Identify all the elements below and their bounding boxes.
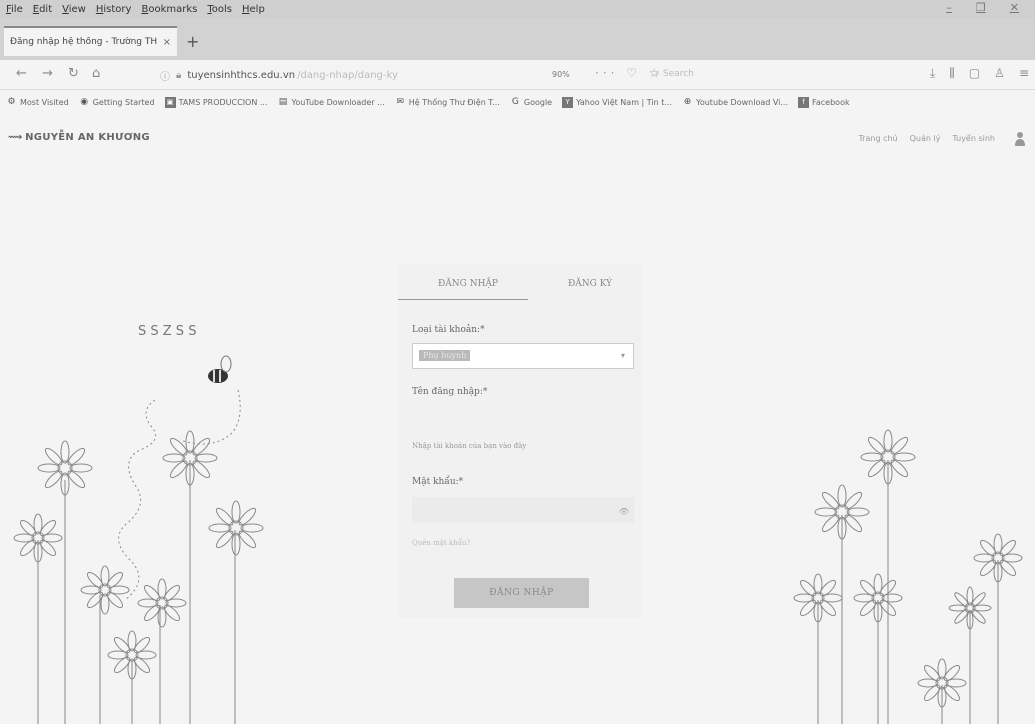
menu-view[interactable]: View (62, 4, 86, 15)
tab-close-icon[interactable]: × (163, 37, 171, 48)
library-icon[interactable]: ⫼ (949, 66, 955, 81)
menu-bar: File Edit View History Bookmarks Tools H… (0, 0, 1035, 18)
download-icon[interactable]: ⤓ (930, 66, 935, 81)
bookmark-label: Youtube Download Vi... (696, 97, 789, 107)
forgot-password-link[interactable]: Quên mật khẩu? (412, 539, 470, 547)
chevron-down-icon: ▾ (620, 351, 625, 360)
bookmark-item[interactable]: f Facebook (798, 96, 850, 108)
username-input[interactable] (412, 433, 634, 459)
more-icon[interactable]: ··· (595, 66, 618, 80)
bookmark-item[interactable]: ✉ Hệ Thống Thư Điện T... (395, 96, 500, 108)
password-label: Mật khẩu:* (412, 477, 464, 487)
menu-history[interactable]: History (96, 4, 132, 15)
login-tabs: ĐĂNG NHẬP ĐĂNG KÝ (398, 263, 641, 303)
home-icon[interactable]: ⌂ (92, 66, 100, 81)
page-icon: ▤ (278, 96, 288, 107)
hamburger-menu-icon[interactable]: ≡ (1019, 66, 1029, 81)
address-bar[interactable]: ⓘ 🔒︎ tuyensinhthcs.edu.vn /dang-nhap/dan… (160, 64, 600, 86)
gear-icon: ⚙ (7, 96, 16, 107)
search-icon: ⌕ (655, 69, 661, 79)
bookmark-label: Google (523, 97, 553, 107)
page-actions: ··· ♡ ☆ (595, 66, 664, 80)
site-header: ⟿ NGUYỄN AN KHƯƠNG Trang chủ Quản lý Tuy… (0, 124, 1035, 154)
url-path: /dang-nhap/dang-ky (297, 69, 398, 81)
firefox-icon: ◉ (80, 96, 89, 107)
site-logo[interactable]: ⟿ NGUYỄN AN KHƯƠNG (8, 132, 150, 143)
search-box[interactable]: ⌕ Search (655, 69, 694, 79)
extension-icon[interactable]: ♙ (994, 66, 1005, 81)
menu-file[interactable]: File (6, 4, 23, 15)
menu-bookmarks[interactable]: Bookmarks (141, 4, 197, 15)
globe-icon: ⊕ (683, 96, 692, 107)
login-panel: ĐĂNG NHẬP ĐĂNG KÝ Loại tài khoản:* Phụ h… (398, 263, 641, 618)
facebook-icon: f (798, 96, 810, 108)
lock-icon[interactable]: 🔒︎ (176, 70, 181, 81)
bookmarks-toolbar: ⚙ Most Visited ◉ Getting Started ▣ TAMS PRO… (0, 90, 1035, 114)
tab-strip: Đăng nhập hệ thống - Trường TH × + (0, 18, 1035, 60)
user-icon[interactable] (1015, 131, 1025, 147)
account-type-select[interactable]: Phụ huynh ▾ (412, 343, 634, 369)
active-tab-indicator (398, 299, 528, 300)
nav-admission[interactable]: Tuyển sinh (952, 134, 995, 143)
browser-tab[interactable]: Đăng nhập hệ thống - Trường TH × (4, 26, 177, 56)
reload-icon[interactable]: ↻ (68, 66, 79, 81)
nav-home[interactable]: Trang chủ (858, 134, 897, 143)
forward-icon[interactable]: → (42, 66, 53, 81)
svg-text:S S Z S S: S S Z S S (138, 324, 196, 339)
bookmark-label: Most Visited (20, 97, 69, 107)
bookmark-item[interactable]: ▣ TAMS PRODUCCION ... (164, 96, 268, 108)
bookmark-item[interactable]: ⊕ Youtube Download Vi... (682, 97, 788, 108)
bookmark-item[interactable]: Y Yahoo Việt Nam | Tin t... (562, 96, 673, 108)
browser-tools: ⤓ ⫼ ▢ ♙ ≡ (930, 66, 1029, 81)
window-controls: – ❐ ✕ (946, 1, 1029, 14)
close-window-icon[interactable]: ✕ (1010, 1, 1019, 14)
logo-bird-icon: ⟿ (8, 132, 22, 143)
restore-icon[interactable]: ❐ (976, 1, 986, 14)
yahoo-icon: Y (562, 96, 574, 108)
back-icon[interactable]: ← (16, 66, 27, 81)
pocket-icon[interactable]: ♡ (626, 66, 641, 80)
menu-tools[interactable]: Tools (207, 4, 232, 15)
show-password-icon[interactable]: 👁︎ (619, 507, 629, 516)
info-icon[interactable]: ⓘ (160, 68, 170, 83)
bookmark-label: Getting Started (92, 97, 155, 107)
bookmark-label: YouTube Downloader ... (291, 97, 385, 107)
login-button[interactable]: ĐĂNG NHẬP (454, 578, 589, 608)
sidebar-icon[interactable]: ▢ (969, 66, 980, 81)
bookmark-label: Facebook (812, 97, 850, 107)
bookmark-label: Yahoo Việt Nam | Tin t... (576, 97, 673, 107)
right-flower-illustration (793, 429, 1023, 724)
navigation-toolbar: ← → ↻ ⌂ ⓘ 🔒︎ tuyensinhthcs.edu.vn /dang-… (0, 60, 1035, 90)
menu-edit[interactable]: Edit (33, 4, 52, 15)
account-type-value: Phụ huynh (419, 350, 471, 361)
bookmark-label: Hệ Thống Thư Điện T... (408, 97, 500, 107)
bookmark-item[interactable]: ◉ Getting Started (79, 96, 155, 108)
search-placeholder: Search (662, 69, 694, 79)
site-nav: Trang chủ Quản lý Tuyển sinh (858, 134, 995, 143)
password-input[interactable] (412, 497, 634, 523)
menu-help[interactable]: Help (242, 4, 265, 15)
tab-login[interactable]: ĐĂNG NHẬP (438, 279, 498, 289)
bookmark-label: TAMS PRODUCCION ... (178, 97, 268, 107)
nav-manage[interactable]: Quản lý (910, 134, 941, 143)
left-flower-illustration: S S Z S S (13, 324, 264, 724)
bookmark-item[interactable]: G Google (510, 97, 552, 108)
new-tab-icon[interactable]: + (186, 32, 199, 51)
page-icon: ▣ (164, 96, 176, 108)
tab-register[interactable]: ĐĂNG KÝ (568, 279, 612, 289)
url-host: tuyensinhthcs.edu.vn (187, 69, 296, 81)
tab-title: Đăng nhập hệ thống - Trường TH (10, 37, 158, 47)
zoom-level[interactable]: 90% (552, 70, 570, 79)
bee-icon (208, 355, 232, 383)
username-label: Tên đăng nhập:* (412, 387, 488, 397)
bookmark-item[interactable]: ⚙ Most Visited (6, 96, 69, 108)
mail-icon: ✉ (396, 96, 405, 107)
google-icon: G (511, 96, 519, 107)
bookmark-item[interactable]: ▤ YouTube Downloader ... (278, 97, 385, 108)
account-type-label: Loại tài khoản:* (412, 325, 485, 335)
minimize-icon[interactable]: – (946, 1, 952, 14)
logo-text: NGUYỄN AN KHƯƠNG (25, 132, 150, 143)
